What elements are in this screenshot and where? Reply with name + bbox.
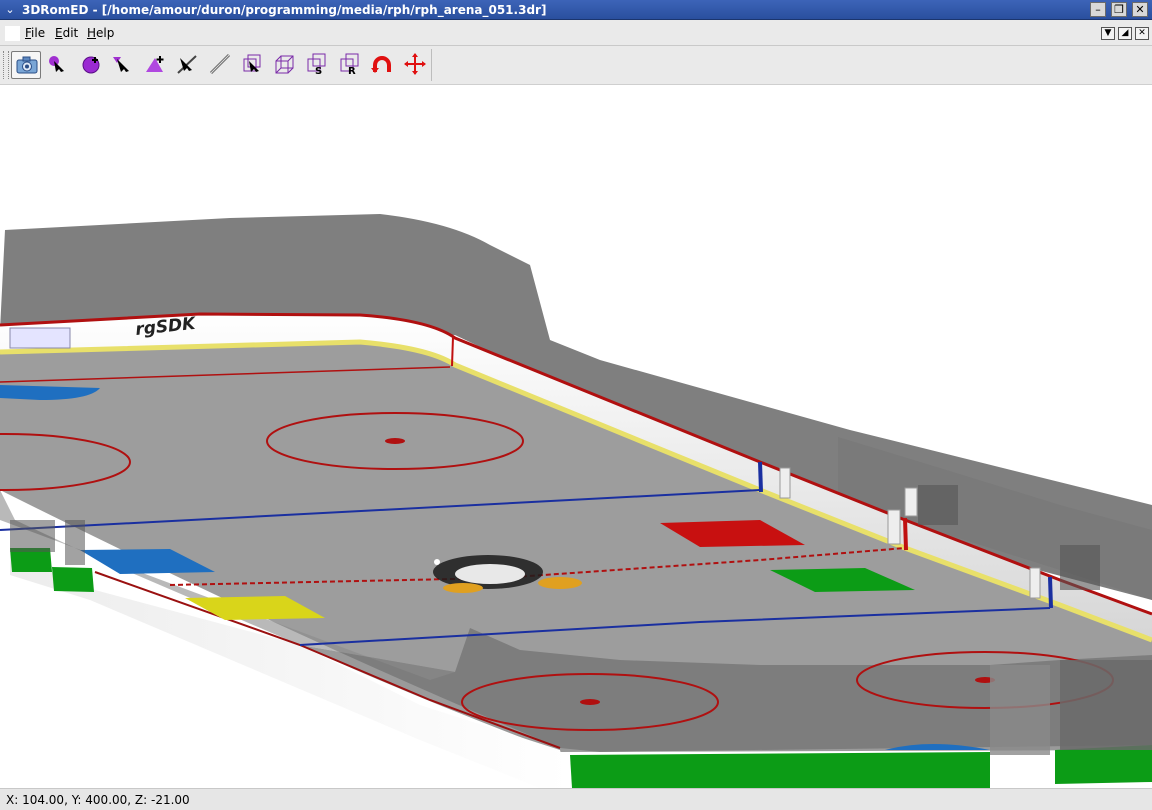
rotate-letter: R: [348, 66, 356, 75]
scale-box-icon: S: [307, 53, 326, 75]
undo-tool[interactable]: [367, 51, 397, 79]
rotate-tool[interactable]: R: [335, 51, 365, 79]
toolbar: S R: [0, 46, 1152, 85]
menu-help[interactable]: Help: [87, 26, 114, 40]
line-icon: [209, 53, 231, 75]
add-triangle-tool[interactable]: [140, 51, 170, 79]
add-point-icon: [82, 56, 100, 74]
close-icon[interactable]: ✕: [1132, 2, 1148, 17]
support-column: [1060, 660, 1152, 750]
mdi-restore-icon[interactable]: ◢: [1118, 27, 1132, 40]
faceoff-dot: [580, 699, 600, 705]
green-barrier: [1055, 745, 1152, 784]
chevron-down-icon[interactable]: ⌄: [2, 2, 18, 18]
menu-file-rest: ile: [31, 26, 46, 40]
select-triangle-tool[interactable]: [108, 51, 138, 79]
camera-icon: [16, 56, 38, 74]
window-title-bar[interactable]: ⌄ 3DRomED - [/home/amour/duron/programmi…: [0, 0, 1152, 20]
faceoff-dot: [385, 438, 405, 444]
select-object-icon: [243, 54, 261, 72]
select-point-tool[interactable]: [43, 51, 73, 79]
support-column: [990, 665, 1050, 755]
camera-tool[interactable]: [11, 51, 41, 79]
red-line-post: [903, 517, 908, 551]
select-edge-tool[interactable]: [172, 51, 202, 79]
blue-line-post-2: [1048, 576, 1053, 609]
line-tool[interactable]: [205, 51, 235, 79]
menu-edit-mnemonic: E: [55, 26, 63, 40]
rotate-box-icon: R: [340, 53, 359, 75]
move-tool[interactable]: [400, 51, 430, 79]
3d-viewport[interactable]: rgSDK: [0, 85, 1152, 788]
sponsor-banner: [9, 327, 71, 349]
window-title: 3DRomED - [/home/amour/duron/programming…: [22, 3, 547, 17]
menu-edit[interactable]: Edit: [55, 26, 78, 40]
move-arrows-icon: [404, 53, 426, 75]
menu-file[interactable]: File: [25, 26, 45, 40]
toolbar-grip[interactable]: [3, 51, 9, 79]
green-barrier: [570, 752, 990, 788]
scale-letter: S: [315, 66, 322, 75]
mdi-menu-icon[interactable]: ▼: [1101, 27, 1115, 40]
scale-tool[interactable]: S: [302, 51, 332, 79]
toolbar-separator: [431, 49, 432, 81]
select-edge-icon: [177, 55, 197, 74]
box-icon: [275, 55, 294, 74]
box-tool[interactable]: [270, 51, 300, 79]
select-point-icon: [49, 56, 64, 72]
undo-arc-icon: [371, 56, 391, 73]
document-icon[interactable]: [5, 26, 20, 41]
menu-edit-rest: dit: [62, 26, 79, 40]
board-post: [887, 509, 901, 545]
board-seam: [451, 336, 454, 367]
arena-render: rgSDK: [0, 214, 1152, 788]
cursor-coordinates: X: 104.00, Y: 400.00, Z: -21.00: [6, 793, 190, 807]
dark-block: [1060, 545, 1100, 590]
dark-block: [918, 485, 958, 525]
dark-block: [65, 520, 85, 565]
minimize-icon[interactable]: –: [1090, 2, 1106, 17]
menu-help-rest: elp: [96, 26, 115, 40]
dark-block: [10, 520, 55, 552]
green-box: [52, 567, 94, 592]
mdi-close-icon[interactable]: ✕: [1135, 27, 1149, 40]
maximize-icon[interactable]: ❐: [1111, 2, 1127, 17]
select-triangle-icon: [113, 57, 129, 72]
select-object-tool[interactable]: [238, 51, 268, 79]
blue-line-post: [758, 461, 763, 493]
board-post: [779, 467, 791, 499]
menu-help-mnemonic: H: [87, 26, 97, 40]
add-point-tool[interactable]: [76, 51, 106, 79]
board-post: [1029, 567, 1041, 599]
board-post: [904, 487, 918, 517]
add-triangle-icon: [146, 56, 164, 72]
status-bar: X: 104.00, Y: 400.00, Z: -21.00: [0, 788, 1152, 810]
menubar: File Edit Help ▼ ◢ ✕: [0, 20, 1152, 46]
